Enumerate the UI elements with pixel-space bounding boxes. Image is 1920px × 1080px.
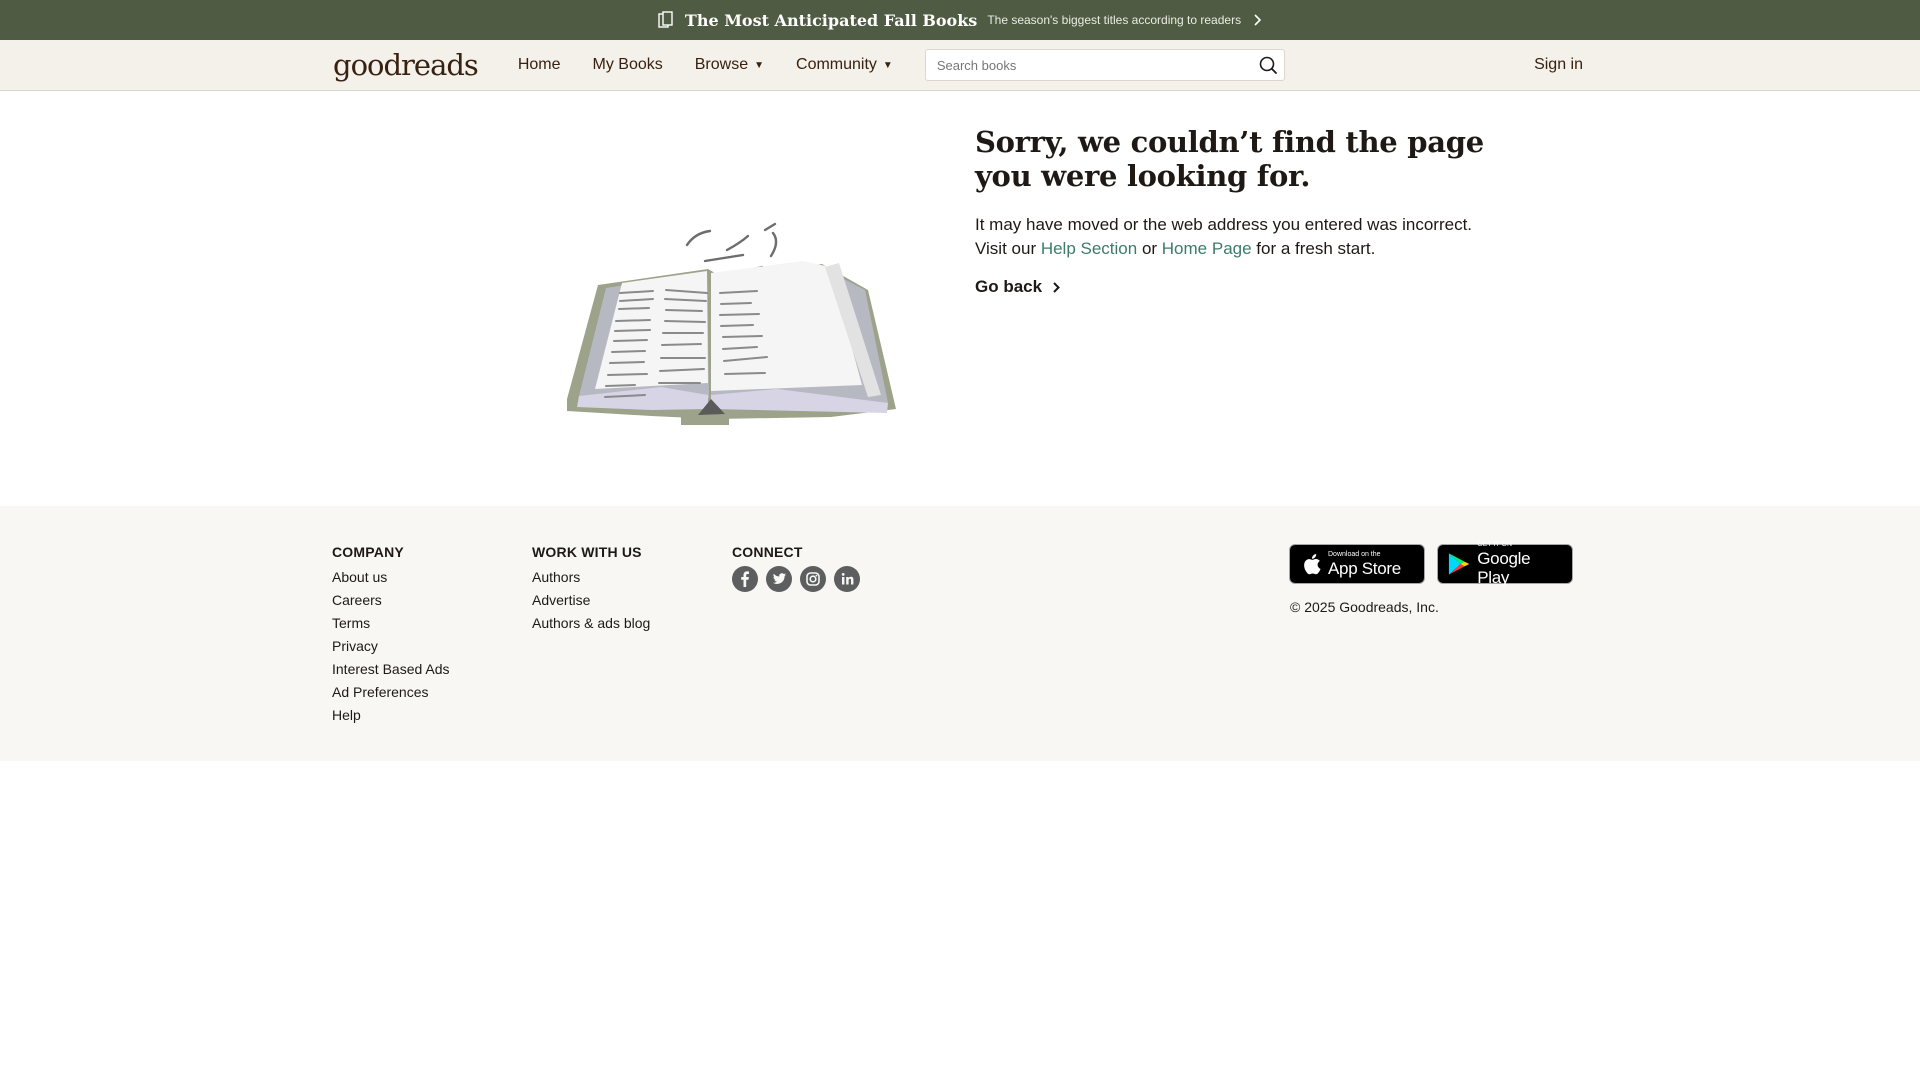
facebook-icon[interactable] [732,566,758,592]
goodreads-logo[interactable]: goodreads [333,50,479,80]
app-store-small: Download on the [1328,550,1381,558]
nav-my-books-label: My Books [592,56,663,73]
description-or: or [1137,239,1162,258]
search-input[interactable] [934,56,1258,74]
promo-banner[interactable]: The Most Anticipated Fall Books The seas… [0,0,1920,40]
app-badges: Download on the App Store GET IT ON Goog… [1289,541,1573,587]
books-icon [657,11,675,29]
instagram-icon[interactable] [800,566,826,592]
go-back-link[interactable]: Go back [975,277,1062,297]
search-box [924,49,1285,81]
footer-company: COMPANY About us Careers Terms Privacy I… [332,544,450,727]
footer-link-advertise[interactable]: Advertise [532,589,650,612]
nav-community[interactable]: Community ▼ [780,56,909,74]
footer-link-terms[interactable]: Terms [332,612,450,635]
nav-my-books[interactable]: My Books [577,56,679,74]
footer-work-heading: WORK WITH US [532,544,642,560]
promo-subtitle[interactable]: The season's biggest titles according to… [987,13,1241,27]
nav-community-label: Community [796,56,877,73]
nav-browse[interactable]: Browse ▼ [679,56,780,74]
error-heading: Sorry, we couldn’t find the page you wer… [975,125,1484,193]
footer-work: WORK WITH US Authors Advertise Authors &… [532,544,650,635]
help-section-link[interactable]: Help Section [1041,239,1137,258]
sign-in-link[interactable]: Sign in [1534,56,1585,74]
footer-company-heading: COMPANY [332,544,404,560]
search-icon[interactable] [1258,55,1278,75]
nav-home-label: Home [517,56,561,73]
app-store-big: App Store [1328,558,1401,578]
error-description: It may have moved or the web address you… [975,213,1495,261]
site-footer: COMPANY About us Careers Terms Privacy I… [0,506,1920,761]
chevron-right-icon [1050,280,1062,294]
google-play-icon [1448,553,1470,575]
footer-link-privacy[interactable]: Privacy [332,635,450,658]
footer-link-about[interactable]: About us [332,566,450,589]
apple-icon [1304,554,1321,575]
twitter-icon[interactable] [766,566,792,592]
google-play-big: Google Play [1477,549,1531,587]
footer-link-authors-blog[interactable]: Authors & ads blog [532,612,650,635]
error-message: Sorry, we couldn’t find the page you wer… [975,125,1495,297]
footer-link-help[interactable]: Help [332,704,450,727]
site-header: goodreads Home My Books Browse ▼ Communi… [0,40,1920,91]
google-play-small: GET IT ON [1477,541,1512,548]
nav-home[interactable]: Home [502,56,577,74]
app-store-badge[interactable]: Download on the App Store [1289,544,1425,584]
description-suffix: for a fresh start. [1251,239,1376,258]
google-play-text: GET IT ON Google Play [1477,541,1564,587]
caret-down-icon: ▼ [754,59,765,71]
google-play-badge[interactable]: GET IT ON Google Play [1437,541,1573,587]
linkedin-icon[interactable] [834,566,860,592]
caret-down-icon: ▼ [882,59,893,71]
home-page-link[interactable]: Home Page [1162,239,1252,258]
go-back-label: Go back [975,277,1043,296]
social-links [732,566,860,592]
footer-link-interest-ads[interactable]: Interest Based Ads [332,658,450,681]
promo-title[interactable]: The Most Anticipated Fall Books [685,11,977,30]
footer-link-ad-preferences[interactable]: Ad Preferences [332,681,450,704]
footer-link-authors[interactable]: Authors [532,566,650,589]
open-book-illustration [495,133,897,433]
main-content: Sorry, we couldn’t find the page you wer… [0,91,1920,506]
copyright-text: © 2025 Goodreads, Inc. [1290,599,1439,615]
footer-connect-heading: CONNECT [732,544,803,560]
nav-browse-label: Browse [694,56,749,73]
footer-connect: CONNECT [732,544,860,592]
app-store-text: Download on the App Store [1328,551,1401,578]
footer-company-links: About us Careers Terms Privacy Interest … [332,566,450,727]
chevron-right-icon [1251,13,1263,27]
footer-work-links: Authors Advertise Authors & ads blog [532,566,650,635]
main-nav: Home My Books Browse ▼ Community ▼ [502,56,909,74]
header-inner: goodreads Home My Books Browse ▼ Communi… [333,40,1585,90]
footer-link-careers[interactable]: Careers [332,589,450,612]
